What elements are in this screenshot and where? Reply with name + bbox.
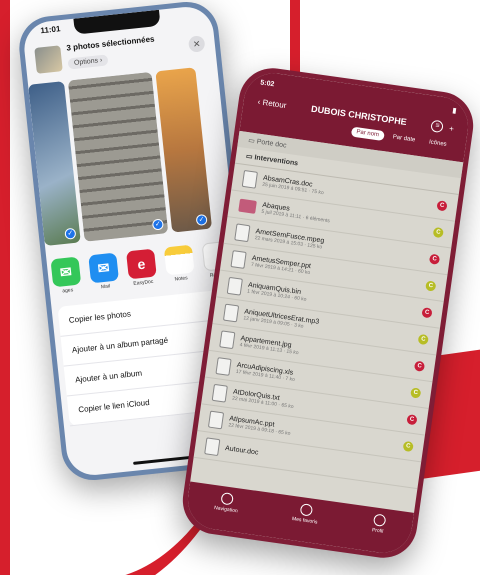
document-icon: [204, 436, 221, 456]
photo-item[interactable]: ✓: [67, 71, 169, 242]
close-icon: ✕: [192, 38, 201, 49]
app-label: ages: [62, 287, 74, 295]
file-list: AbsamCras.doc 25 juin 2019 à 09:51 · 75 k…: [193, 163, 459, 490]
action-label: Ajouter à un album partagé: [71, 335, 169, 355]
tab-label: Navigation: [213, 505, 239, 515]
status-badge: C: [428, 253, 441, 265]
app-label: Mail: [100, 283, 111, 291]
back-label: Retour: [262, 97, 288, 110]
add-icon[interactable]: +: [449, 124, 455, 134]
image-file-icon: [219, 329, 236, 349]
share-sheet-title: 3 photos sélectionnées: [65, 34, 155, 53]
status-badge: C: [406, 414, 418, 426]
app-label: EasyDoc: [133, 278, 154, 287]
document-icon: [241, 169, 259, 189]
selected-photos-strip[interactable]: ✓ ✓ ✓: [28, 61, 235, 250]
back-button[interactable]: ‹ Retour: [257, 97, 287, 110]
file-name: Autour.doc: [224, 444, 259, 457]
favorites-icon: [299, 503, 313, 517]
status-badge: C: [432, 226, 444, 239]
messages-icon: ✉: [50, 256, 82, 288]
app-messages[interactable]: ✉ ages: [50, 256, 82, 296]
status-badge: C: [436, 200, 448, 212]
text-file-icon: [211, 383, 228, 403]
audio-file-icon: [223, 303, 240, 322]
filter-icon[interactable]: ≡: [430, 119, 445, 134]
action-label: Ajouter à un album: [74, 368, 143, 385]
status-badge: C: [402, 440, 414, 453]
status-badge: C: [410, 387, 422, 399]
bottom-tab-bar: Navigation Mes favoris Profil: [184, 481, 415, 557]
status-badge: C: [421, 307, 433, 319]
tab-favorites[interactable]: Mes favoris: [289, 502, 320, 543]
app-notes[interactable]: Notes: [163, 244, 196, 284]
checkmark-icon: ✓: [151, 218, 164, 231]
selection-thumbnail: [34, 44, 63, 74]
app-mail[interactable]: ✉ Mail: [88, 252, 120, 292]
document-icon: [226, 276, 243, 296]
tab-label: Mes favoris: [291, 516, 318, 526]
mail-icon: ✉: [88, 252, 120, 284]
app-easydoc[interactable]: e EasyDoc: [126, 248, 158, 288]
profile-icon: [372, 513, 386, 527]
folder-icon: ▭: [247, 137, 256, 146]
options-button[interactable]: Options ›: [67, 54, 109, 70]
folder-title: Interventions: [253, 154, 299, 168]
status-badge: C: [417, 333, 429, 346]
action-label: Copier les photos: [68, 309, 132, 325]
stage: 11:01 3 photos sélectionnées Options › ✕…: [0, 0, 480, 575]
folder-icon: [238, 198, 257, 214]
video-file-icon: [234, 222, 251, 242]
document-icon: [230, 249, 247, 269]
breadcrumb-label: Porte doc: [256, 138, 287, 150]
action-label: Copier le lien iCloud: [77, 397, 150, 415]
presentation-file-icon: [207, 410, 225, 429]
tab-profile[interactable]: Profil: [369, 513, 386, 552]
sort-by-date[interactable]: Par date: [387, 132, 421, 146]
home-indicator: [133, 455, 194, 465]
folder-open-icon: ▭: [245, 153, 254, 161]
options-label: Options: [73, 57, 99, 67]
spreadsheet-file-icon: [215, 356, 232, 376]
tab-navigation[interactable]: Navigation: [211, 491, 240, 532]
easydoc-icon: e: [126, 248, 157, 280]
status-time: 5:02: [259, 79, 275, 89]
checkmark-icon: ✓: [195, 213, 208, 226]
status-badge: C: [413, 360, 426, 372]
checkmark-icon: ✓: [64, 227, 77, 240]
app-label: Notes: [174, 275, 188, 283]
status-badge: C: [425, 280, 437, 292]
sort-by-name[interactable]: Par nom: [350, 126, 385, 141]
view-icons[interactable]: Icônes: [423, 137, 452, 151]
tab-label: Profil: [371, 527, 384, 535]
navigation-icon: [220, 492, 235, 506]
notes-icon: [163, 244, 195, 276]
close-button[interactable]: ✕: [187, 34, 206, 53]
battery-icon: ▮: [451, 107, 457, 115]
